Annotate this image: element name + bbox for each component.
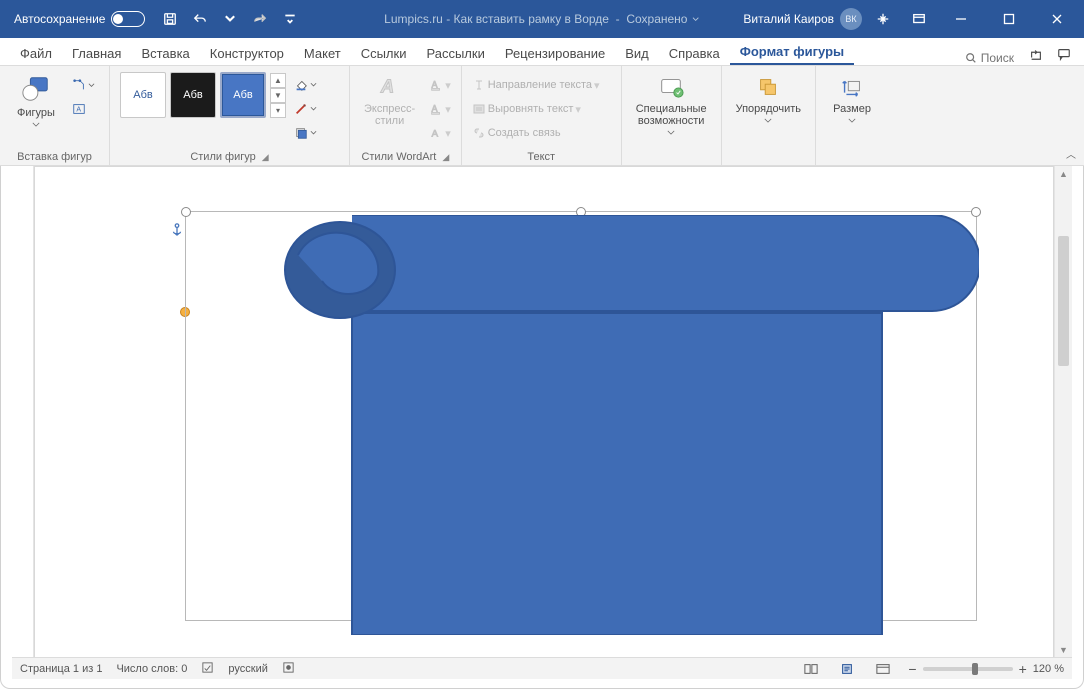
edit-shape-icon[interactable] [70, 74, 97, 96]
ribbon: Фигуры A Вставка фигур Абв Абв Абв ▲ ▼ ▾ [0, 66, 1084, 166]
tab-mailings[interactable]: Рассылки [416, 41, 494, 65]
create-link-button: Создать связь [470, 122, 602, 144]
search-label: Поиск [981, 51, 1014, 65]
view-web-icon[interactable] [872, 661, 894, 677]
shape-fill-icon[interactable] [292, 74, 319, 96]
maximize-button[interactable] [988, 4, 1030, 34]
group-accessibility: Специальные возможности [622, 66, 722, 165]
document-title: Lumpics.ru - Как вставить рамку в Ворде … [384, 12, 700, 26]
style-preset-2[interactable]: Абв [170, 72, 216, 118]
sparkle-icon[interactable] [870, 6, 896, 32]
ruler-vertical [12, 166, 34, 658]
save-icon[interactable] [157, 6, 183, 32]
arrange-button[interactable]: Упорядочить [730, 70, 807, 127]
user-name: Виталий Каиров [743, 12, 834, 26]
text-fill-icon: A▾ [427, 74, 453, 96]
status-page[interactable]: Страница 1 из 1 [20, 663, 102, 675]
scroll-thumb[interactable] [1058, 236, 1069, 366]
share-icon[interactable] [1022, 43, 1050, 65]
collapse-ribbon-icon[interactable]: ︿ [1066, 146, 1076, 161]
group-label-insert-shapes: Вставка фигур [8, 149, 101, 163]
comments-icon[interactable] [1050, 43, 1078, 65]
gallery-more-icon[interactable]: ▾ [270, 103, 286, 118]
size-button[interactable]: Размер [824, 70, 880, 127]
shape-effects-icon[interactable] [292, 122, 319, 144]
tab-review[interactable]: Рецензирование [495, 41, 615, 65]
status-language[interactable]: русский [228, 663, 267, 675]
align-text-button: Выровнять текст▾ [470, 98, 602, 120]
search-box[interactable]: Поиск [957, 51, 1022, 65]
status-bar: Страница 1 из 1 Число слов: 0 русский − … [12, 657, 1072, 679]
svg-text:A: A [432, 129, 439, 140]
group-shape-styles: Абв Абв Абв ▲ ▼ ▾ Стили фигур ◢ [110, 66, 350, 165]
style-preset-1[interactable]: Абв [120, 72, 166, 118]
autosave-label: Автосохранение [14, 12, 105, 26]
zoom-value[interactable]: 120 % [1033, 663, 1064, 675]
gallery-down-icon[interactable]: ▼ [270, 88, 286, 103]
scroll-shape[interactable] [282, 215, 979, 635]
autosave-toggle[interactable] [111, 11, 145, 27]
tab-file[interactable]: Файл [10, 41, 62, 65]
tab-shape-format[interactable]: Формат фигуры [730, 39, 854, 65]
zoom-in-icon[interactable]: + [1019, 661, 1027, 677]
redo-icon[interactable] [247, 6, 273, 32]
tab-insert[interactable]: Вставка [131, 41, 199, 65]
zoom-slider[interactable] [923, 667, 1013, 671]
view-read-icon[interactable] [800, 661, 822, 677]
text-direction-button: Направление текста▾ [470, 74, 602, 96]
minimize-button[interactable] [940, 4, 982, 34]
wordart-launcher-icon[interactable]: ◢ [442, 152, 449, 163]
page-canvas[interactable] [34, 166, 1054, 658]
proofing-icon[interactable] [201, 661, 214, 677]
group-label-text: Текст [470, 149, 613, 163]
ribbon-display-icon[interactable] [906, 6, 932, 32]
gallery-up-icon[interactable]: ▲ [270, 73, 286, 88]
group-insert-shapes: Фигуры A Вставка фигур [0, 66, 110, 165]
tab-layout[interactable]: Макет [294, 41, 351, 65]
accessibility-button[interactable]: Специальные возможности [630, 70, 713, 139]
document-area: ▲ ▼ [12, 166, 1072, 658]
group-text: Направление текста▾ Выровнять текст▾ Соз… [462, 66, 622, 165]
tab-help[interactable]: Справка [659, 41, 730, 65]
shapes-button[interactable]: Фигуры [8, 70, 64, 131]
shape-style-gallery[interactable]: Абв Абв Абв ▲ ▼ ▾ [118, 70, 286, 120]
group-label-shape-styles: Стили фигур [190, 151, 255, 163]
undo-icon[interactable] [187, 6, 213, 32]
status-word-count[interactable]: Число слов: 0 [116, 663, 187, 675]
quick-styles-button: A Экспресс- стили [358, 70, 421, 131]
text-outline-icon: A▾ [427, 98, 453, 120]
avatar[interactable]: ВК [840, 8, 862, 30]
tab-references[interactable]: Ссылки [351, 41, 417, 65]
anchor-icon [170, 223, 184, 242]
style-preset-3[interactable]: Абв [220, 72, 266, 118]
group-size: Размер [816, 66, 888, 165]
scroll-up-icon[interactable]: ▲ [1055, 166, 1072, 182]
tab-view[interactable]: Вид [615, 41, 659, 65]
shape-styles-launcher-icon[interactable]: ◢ [262, 152, 269, 163]
group-wordart-styles: A Экспресс- стили A▾ A▾ A▾ Стили WordArt… [350, 66, 462, 165]
shape-outline-icon[interactable] [292, 98, 319, 120]
ribbon-tabs: Файл Главная Вставка Конструктор Макет С… [0, 38, 1084, 66]
group-label-wordart: Стили WordArt [361, 151, 436, 163]
group-arrange: Упорядочить [722, 66, 816, 165]
text-box-icon[interactable]: A [70, 98, 97, 120]
resize-handle-nw[interactable] [181, 207, 191, 217]
scrollbar-vertical[interactable]: ▲ ▼ [1054, 166, 1072, 658]
view-print-icon[interactable] [836, 661, 858, 677]
zoom-out-icon[interactable]: − [908, 661, 916, 677]
text-effects-icon: A▾ [427, 122, 453, 144]
tab-home[interactable]: Главная [62, 41, 131, 65]
title-bar: Автосохранение Lumpics.ru - Как вставить… [0, 0, 1084, 38]
svg-text:A: A [76, 107, 81, 114]
scroll-down-icon[interactable]: ▼ [1055, 642, 1072, 658]
undo-dropdown-icon[interactable] [217, 6, 243, 32]
svg-text:A: A [379, 76, 393, 97]
macro-icon[interactable] [282, 661, 295, 677]
close-button[interactable] [1036, 4, 1078, 34]
tab-design[interactable]: Конструктор [200, 41, 294, 65]
qat-customize-icon[interactable] [277, 6, 303, 32]
